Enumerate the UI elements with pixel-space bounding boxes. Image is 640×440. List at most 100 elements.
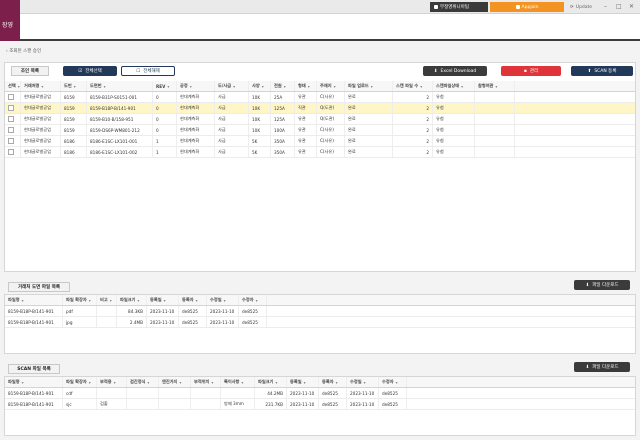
- cell-material: C(사유): [317, 92, 345, 102]
- breadcrumb: › 조회된 스캔 승인: [6, 48, 41, 54]
- delete-button[interactable]: ▪ 관리: [501, 66, 561, 76]
- col-ref[interactable]: 참형여관: [475, 81, 515, 91]
- col-scan-created[interactable]: 등록일: [287, 377, 319, 387]
- table-row[interactable]: 현대글로벌공업 8159 8159-B18P-B/141-901 0 현대계측화 사급 10…: [5, 103, 635, 114]
- col-scan-modified[interactable]: 수정일: [347, 377, 379, 387]
- delete-label: 관리: [529, 69, 539, 74]
- row-checkbox[interactable]: [8, 149, 14, 155]
- cell-company: 현대글로벌공업: [21, 147, 61, 157]
- col-modifier[interactable]: 수정자: [239, 295, 267, 305]
- cell-select[interactable]: [5, 125, 21, 135]
- cell-power: 125A: [271, 103, 295, 113]
- cell-rev: 1: [153, 136, 177, 146]
- scan-register-button[interactable]: ⬆ SCAN 등록: [571, 66, 633, 76]
- cell-drawing: 8159-B10-B/158-951: [87, 114, 153, 124]
- col-scan-size[interactable]: 파일크기: [255, 377, 287, 387]
- cell-company: 현대글로벌공업: [21, 103, 61, 113]
- cell-power: 350A: [271, 136, 295, 146]
- cell-scan-modifier: de8525: [379, 388, 407, 398]
- cell-select[interactable]: [5, 92, 21, 102]
- cell-scan-creator: de8525: [319, 399, 347, 409]
- col-file-ext[interactable]: 파일 확장자: [63, 295, 97, 305]
- col-rev[interactable]: REV: [153, 81, 177, 91]
- table-row[interactable]: 현대글로벌공업 8186 8186-E1SC-LX101-001 1 현대계측화 사급 5K…: [5, 136, 635, 147]
- center-button[interactable]: 부정영위니아팀: [430, 2, 488, 12]
- cell-supply: 사급: [215, 136, 249, 146]
- col-status[interactable]: 스캔파일상태: [433, 81, 475, 91]
- row-checkbox[interactable]: [8, 94, 14, 100]
- table-row[interactable]: 현대글로벌공업 8159 8159-B31P-S0151-001 0 현대계측화 사급 10…: [5, 92, 635, 103]
- cell-select[interactable]: [5, 114, 21, 124]
- row-checkbox[interactable]: [8, 116, 14, 122]
- cell-ref: [475, 125, 515, 135]
- col-created[interactable]: 등록일: [147, 295, 179, 305]
- col-modified[interactable]: 수정일: [207, 295, 239, 305]
- cell-created: 2023-11-10: [147, 306, 179, 316]
- col-power[interactable]: 전원: [271, 81, 295, 91]
- col-dobun[interactable]: 도번: [61, 81, 87, 91]
- col-note[interactable]: 비고: [97, 295, 117, 305]
- cell-select[interactable]: [5, 136, 21, 146]
- section-label-top: 조인 목록: [11, 66, 49, 76]
- cell-scan-name: 8159-B18P-B/141-901: [5, 388, 63, 398]
- col-pos[interactable]: 부적위치: [191, 377, 221, 387]
- middle-download-label: 파일 다운로드: [592, 283, 619, 288]
- col-supply[interactable]: 도/사급: [215, 81, 249, 91]
- col-upload[interactable]: 파일 업로드: [345, 81, 393, 91]
- maximize-icon[interactable]: □: [616, 3, 622, 10]
- cell-select[interactable]: [5, 103, 21, 113]
- col-creator[interactable]: 등록자: [179, 295, 207, 305]
- close-icon[interactable]: ✕: [629, 3, 634, 10]
- cell-rev: 0: [153, 114, 177, 124]
- update-button[interactable]: ⟳ Update: [566, 2, 598, 12]
- col-scan-name[interactable]: 파일명: [5, 377, 63, 387]
- col-scan-ext[interactable]: 파일 확장자: [63, 377, 97, 387]
- col-size[interactable]: 파일크기: [117, 295, 147, 305]
- minimize-icon[interactable]: –: [604, 3, 607, 10]
- cell-type: 유관: [295, 114, 317, 124]
- deselect-all-button[interactable]: ☐ 전체해제: [121, 66, 175, 76]
- col-type[interactable]: 형태: [295, 81, 317, 91]
- cell-drawing: 8186-E1SC-LX101-001: [87, 136, 153, 146]
- col-spec[interactable]: 사양: [249, 81, 271, 91]
- col-company[interactable]: 거래처명: [21, 81, 61, 91]
- table-row[interactable]: 8159-B18P-B/141-901 jpg 2.4MB 2023-11-10 de8…: [5, 317, 635, 328]
- excel-download-button[interactable]: ⬇ Excel Download: [423, 66, 487, 76]
- table-row[interactable]: 8159-B18P-B/141-901 pdf 84.3KB 2023-11-10 de…: [5, 306, 635, 317]
- middle-download-button[interactable]: ⬇ 파일 다운로드: [574, 280, 630, 290]
- table-row[interactable]: 8159-B18P-B/141-901 sjc 검출 방제 3mm 231.7KB 202…: [5, 399, 635, 410]
- cell-count: 2: [393, 125, 433, 135]
- col-drawing[interactable]: 도면번: [87, 81, 153, 91]
- cell-status: 유첨: [433, 103, 475, 113]
- col-check[interactable]: 검간정식: [127, 377, 159, 387]
- col-material[interactable]: 주재지: [317, 81, 345, 91]
- row-checkbox[interactable]: [8, 127, 14, 133]
- col-scan-creator[interactable]: 등록자: [319, 377, 347, 387]
- table-row[interactable]: 8159-B18P-B/141-901 cdf 44.2MB 2023-11-10 de…: [5, 388, 635, 399]
- table-row[interactable]: 현대글로벌공업 8159 8159-B10-B/158-951 0 현대계측화 사급 10K…: [5, 114, 635, 125]
- cell-select[interactable]: [5, 147, 21, 157]
- col-process[interactable]: 공정: [177, 81, 215, 91]
- table-row[interactable]: 현대글로벌공업 8186 8186-E1SC-LX101-002 1 현대계측화 사급 5K…: [5, 147, 635, 158]
- download-icon: ⬇: [433, 68, 438, 74]
- row-checkbox[interactable]: [8, 138, 14, 144]
- col-select[interactable]: 선택: [5, 81, 21, 91]
- table-row[interactable]: 현대글로벌공업 8159 8159-DS6P-WM801-212 0 현대계측화 사급 10…: [5, 125, 635, 136]
- col-count[interactable]: 스캔 파일 수: [393, 81, 433, 91]
- cell-scan-created: 2023-11-10: [287, 399, 319, 409]
- section-label-middle-text: 거래처 도면 파일 목록: [18, 285, 60, 290]
- square-icon: ☐: [136, 68, 141, 74]
- col-scan-modifier[interactable]: 수정자: [379, 377, 407, 387]
- excel-download-label: Excel Download: [440, 68, 477, 74]
- row-checkbox[interactable]: [8, 105, 14, 111]
- col-apply[interactable]: 부적용: [97, 377, 127, 387]
- cell-ref: [475, 147, 515, 157]
- col-file-name[interactable]: 파일명: [5, 295, 63, 305]
- cell-power: 100A: [271, 125, 295, 135]
- select-all-button[interactable]: ☑ 전체선택: [63, 66, 117, 76]
- building-icon: [434, 5, 438, 9]
- app-button[interactable]: Appjoin: [490, 2, 564, 12]
- col-remark[interactable]: 특이사항: [221, 377, 255, 387]
- bottom-download-button[interactable]: ⬇ 파일 다운로드: [574, 362, 630, 372]
- col-engine[interactable]: 엔진가지: [159, 377, 191, 387]
